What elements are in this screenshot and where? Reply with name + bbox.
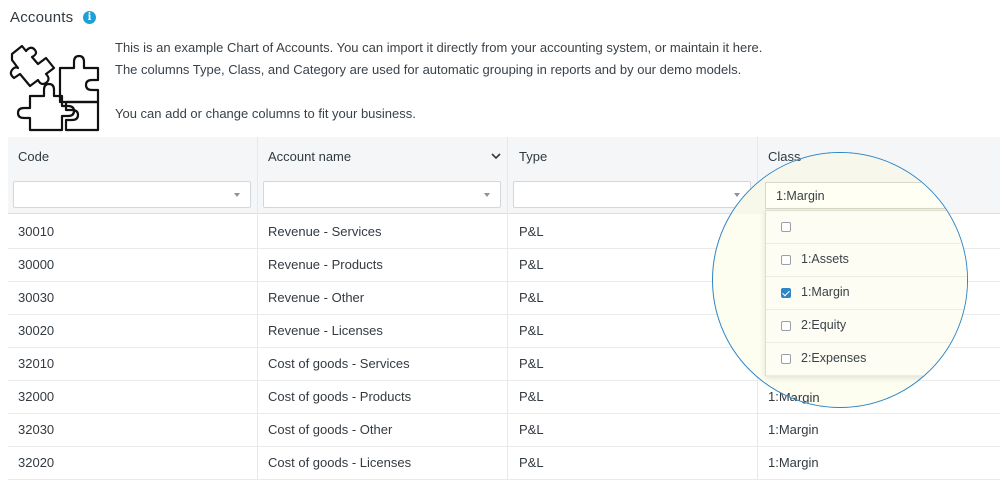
dropdown-option[interactable]: 2:Expenses xyxy=(766,343,967,376)
dropdown-option[interactable]: 2:Equity xyxy=(766,310,967,343)
account-name-cell: Revenue - Products xyxy=(268,257,383,272)
account-name-cell: Cost of goods - Products xyxy=(268,389,412,404)
class-filter-dropdown: 1:Assets 1:Margin 2:Equity 2:Expenses xyxy=(765,210,967,376)
account-name-cell: Cost of goods - Services xyxy=(268,356,410,371)
account-name-cell: Revenue - Services xyxy=(268,224,382,239)
type-cell: P&L xyxy=(519,323,544,338)
type-cell: P&L xyxy=(519,455,544,470)
type-cell: P&L xyxy=(519,356,544,371)
column-header-account-name[interactable]: Account name xyxy=(268,149,351,164)
column-header-class-zoomed[interactable]: Class xyxy=(769,153,802,164)
type-cell: P&L xyxy=(519,290,544,305)
dropdown-option[interactable] xyxy=(766,211,967,244)
filter-value: 1:Margin xyxy=(776,189,825,203)
code-cell: 32000 xyxy=(18,389,55,404)
description-line-1: This is an example Chart of Accounts. Yo… xyxy=(115,40,763,55)
class-filter-select[interactable]: 1:Margin xyxy=(765,182,967,209)
code-cell: 30030 xyxy=(18,290,55,305)
chevron-down-icon[interactable] xyxy=(490,150,502,162)
dropdown-option-label: 1:Assets xyxy=(801,252,849,266)
type-cell: P&L xyxy=(519,422,544,437)
account-name-cell: Cost of goods - Licenses xyxy=(268,455,412,470)
account-name-cell: Cost of goods - Other xyxy=(268,422,393,437)
checkbox-checked-icon[interactable] xyxy=(781,288,791,298)
column-header-code[interactable]: Code xyxy=(18,149,49,164)
class-cell: 1:Margin xyxy=(768,422,819,437)
description-line-2: The columns Type, Class, and Category ar… xyxy=(115,62,742,77)
puzzle-pieces-icon xyxy=(9,44,100,132)
code-cell: 32020 xyxy=(18,455,55,470)
dropdown-option[interactable]: 1:Assets xyxy=(766,244,967,277)
class-cell: 1:Margin xyxy=(768,455,819,470)
info-icon[interactable]: i xyxy=(83,11,96,24)
caret-down-icon xyxy=(234,193,240,197)
type-cell: P&L xyxy=(519,224,544,239)
table-row[interactable]: 32030 Cost of goods - Other P&L 1:Margin xyxy=(8,413,1000,447)
caret-down-icon xyxy=(484,193,490,197)
dropdown-option-label: 2:Equity xyxy=(801,318,847,332)
dropdown-option[interactable]: 1:Margin xyxy=(766,277,967,310)
dropdown-option-label: 2:Expenses xyxy=(801,351,867,365)
checkbox-icon[interactable] xyxy=(781,255,791,265)
description-line-3: You can add or change columns to fit you… xyxy=(115,106,416,121)
type-cell: P&L xyxy=(519,257,544,272)
account-name-filter-select[interactable] xyxy=(263,181,501,208)
account-name-cell: Revenue - Licenses xyxy=(268,323,383,338)
code-filter-select[interactable] xyxy=(13,181,251,208)
type-cell: P&L xyxy=(519,389,544,404)
checkbox-icon[interactable] xyxy=(781,222,791,232)
code-cell: 30000 xyxy=(18,257,55,272)
account-name-cell: Revenue - Other xyxy=(268,290,365,305)
magnifier-callout: Class 1:Margin 1:Assets 1:Margin 2:Equity 2… xyxy=(712,152,968,408)
code-cell: 30020 xyxy=(18,323,55,338)
table-row[interactable]: 32020 Cost of goods - Licenses P&L 1:Margin xyxy=(8,446,1000,480)
code-cell: 32010 xyxy=(18,356,55,371)
checkbox-icon[interactable] xyxy=(781,354,791,364)
code-cell: 30010 xyxy=(18,224,55,239)
code-cell: 32030 xyxy=(18,422,55,437)
page-title: Accounts xyxy=(10,9,74,26)
column-header-type[interactable]: Type xyxy=(519,149,547,164)
checkbox-icon[interactable] xyxy=(781,321,791,331)
class-cell-zoomed: 1:Margin xyxy=(769,390,820,405)
dropdown-option-label: 1:Margin xyxy=(801,285,850,299)
